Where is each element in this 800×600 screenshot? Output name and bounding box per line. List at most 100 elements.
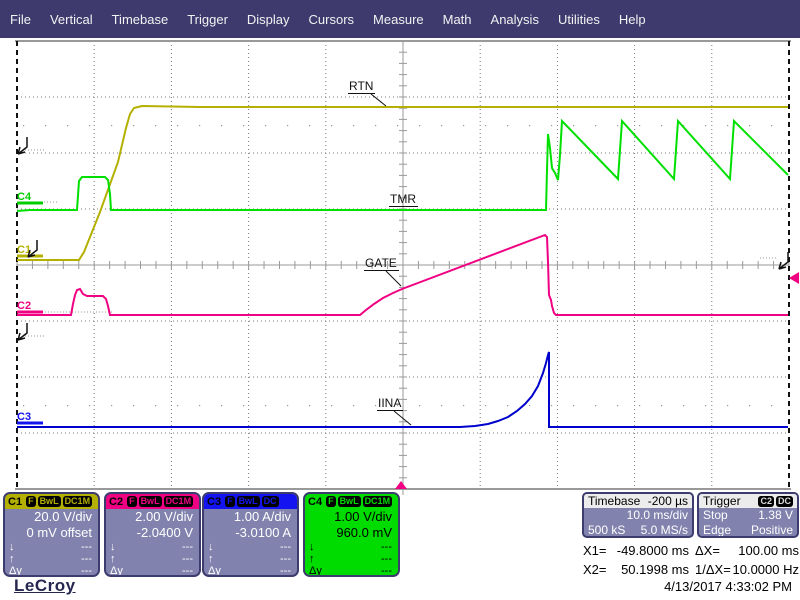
measure-row-dy: Δy --- (204, 565, 297, 577)
grid-dot (309, 405, 311, 407)
waveform-display[interactable]: C4 C1 C2 C3 RTN TMR GATE IINA (0, 0, 800, 496)
grid-dot (727, 125, 729, 127)
menu-item-measure[interactable]: Measure (373, 12, 424, 27)
grid-dot (199, 125, 201, 127)
menu-item-timebase[interactable]: Timebase (112, 12, 169, 27)
trigger-source-badge: C2 (758, 495, 774, 507)
cursor-dx-row: ΔX= 100.00 ms (695, 541, 799, 560)
grid-dot (309, 125, 311, 127)
trigger-level-marker[interactable] (789, 272, 799, 284)
measure-row-max: ↑ --- (106, 553, 199, 565)
trigger-time-marker[interactable] (395, 481, 407, 489)
grid-dot (573, 405, 575, 407)
cursor-x2-value: 50.1998 ms (621, 562, 689, 577)
trigger-title: Trigger (703, 494, 741, 508)
menu-item-math[interactable]: Math (443, 12, 472, 27)
offset-value: 0 mV offset (26, 525, 92, 540)
cursor-invdx-value: 10.0000 Hz (732, 562, 800, 577)
grid-dot (595, 405, 597, 407)
grid-dot (133, 125, 135, 127)
offset-value: -3.0100 A (235, 525, 291, 540)
menu-item-analysis[interactable]: Analysis (491, 12, 539, 27)
measure-row-min: ↓ --- (5, 541, 98, 553)
grid-dot (639, 405, 641, 407)
impedance-badge: DC (261, 496, 279, 507)
grid-dot (331, 405, 333, 407)
grid-dot (749, 125, 751, 127)
grid-dot (529, 125, 531, 127)
grid-dot (463, 125, 465, 127)
grid-dot (199, 405, 201, 407)
grid-dot (463, 405, 465, 407)
delta-y-label: Δy (309, 565, 322, 577)
channel-descriptor-c2[interactable]: C2 F BwL DC1M 2.00 V/div -2.0400 V ↓ --- … (104, 492, 201, 577)
cursor-x2-label: X2= (583, 562, 607, 577)
channel-header-c2[interactable]: C2 F BwL DC1M (106, 494, 199, 509)
menu-item-utilities[interactable]: Utilities (558, 12, 600, 27)
channel-header-c3[interactable]: C3 F BwL DC (204, 494, 297, 509)
grid-dot (705, 405, 707, 407)
up-arrow-icon: ↑ (208, 553, 214, 565)
grid-dot (529, 405, 531, 407)
channel-id: C2 (109, 495, 124, 508)
up-arrow-icon: ↑ (9, 553, 15, 565)
coupling-badge: F (26, 496, 36, 507)
grid-dot (89, 125, 91, 127)
channel-descriptor-c4[interactable]: C4 F BwL DC1M 1.00 V/div 960.0 mV ↓ --- ↑… (303, 492, 400, 577)
cursor-x1-value: -49.8000 ms (616, 543, 689, 558)
measure-row-min: ↓ --- (305, 541, 398, 553)
menu-item-cursors[interactable]: Cursors (309, 12, 355, 27)
menu-item-help[interactable]: Help (619, 12, 646, 27)
channel-id: C1 (8, 495, 23, 508)
zero-marker-label-c4: C4 (17, 191, 32, 203)
cursor-dx-label: ΔX= (695, 543, 720, 558)
timebase-delay: -200 µs (647, 494, 688, 508)
datetime-display: 4/13/2017 4:33:02 PM (664, 579, 792, 594)
delta-y-label: Δy (110, 565, 123, 577)
grid-dot (485, 405, 487, 407)
grid-dot (727, 405, 729, 407)
measure-value: --- (81, 541, 92, 553)
grid-dot (683, 405, 685, 407)
menu-item-display[interactable]: Display (247, 12, 290, 27)
timebase-box[interactable]: Timebase -200 µs 10.0 ms/div 500 kS 5.0 … (582, 492, 694, 538)
impedance-badge: DC1M (163, 496, 194, 507)
menu-item-file[interactable]: File (10, 12, 31, 27)
grid-dot (397, 125, 399, 127)
ground-hook-icon (17, 323, 28, 341)
grid-dot (661, 125, 663, 127)
coupling-badge: F (326, 496, 336, 507)
channel-descriptor-c1[interactable]: C1 F BwL DC1M 20.0 V/div 0 mV offset ↓ --… (3, 492, 100, 577)
trace-label-tmr: TMR (389, 192, 418, 207)
menu-item-trigger[interactable]: Trigger (187, 12, 228, 27)
timebase-title: Timebase (588, 494, 641, 508)
cursor-x1-label: X1= (583, 543, 607, 558)
grid-dot (595, 125, 597, 127)
grid-dot (419, 405, 421, 407)
coupling-badge: F (225, 496, 235, 507)
measure-value: --- (280, 565, 291, 577)
trigger-header: Trigger C2 DC (699, 494, 797, 508)
channel-header-c4[interactable]: C4 F BwL DC1M (305, 494, 398, 509)
grid-dot (639, 125, 641, 127)
sample-rate: 5.0 MS/s (640, 523, 688, 537)
trace-label-rtn: RTN (348, 79, 376, 94)
grid-dot (287, 125, 289, 127)
grid-dot (155, 125, 157, 127)
measure-value: --- (381, 565, 392, 577)
grid-dot (749, 405, 751, 407)
down-arrow-icon: ↓ (208, 541, 214, 553)
measure-row-max: ↑ --- (204, 553, 297, 565)
cursor-invdx-row: 1/ΔX= 10.0000 Hz (695, 560, 799, 579)
cursor-invdx-label: 1/ΔX= (695, 562, 731, 577)
channel-id: C4 (308, 495, 323, 508)
grid-dot (485, 125, 487, 127)
measure-row-dy: Δy --- (305, 565, 398, 577)
menu-item-vertical[interactable]: Vertical (50, 12, 93, 27)
channel-descriptor-c3[interactable]: C3 F BwL DC 1.00 A/div -3.0100 A ↓ --- ↑ -… (202, 492, 299, 577)
zero-marker-label-c2: C2 (17, 300, 31, 312)
measure-row-max: ↑ --- (5, 553, 98, 565)
channel-header-c1[interactable]: C1 F BwL DC1M (5, 494, 98, 509)
trigger-type-row: Edge Positive (699, 523, 797, 536)
trigger-box[interactable]: Trigger C2 DC Stop 1.38 V Edge Positive (697, 492, 799, 538)
